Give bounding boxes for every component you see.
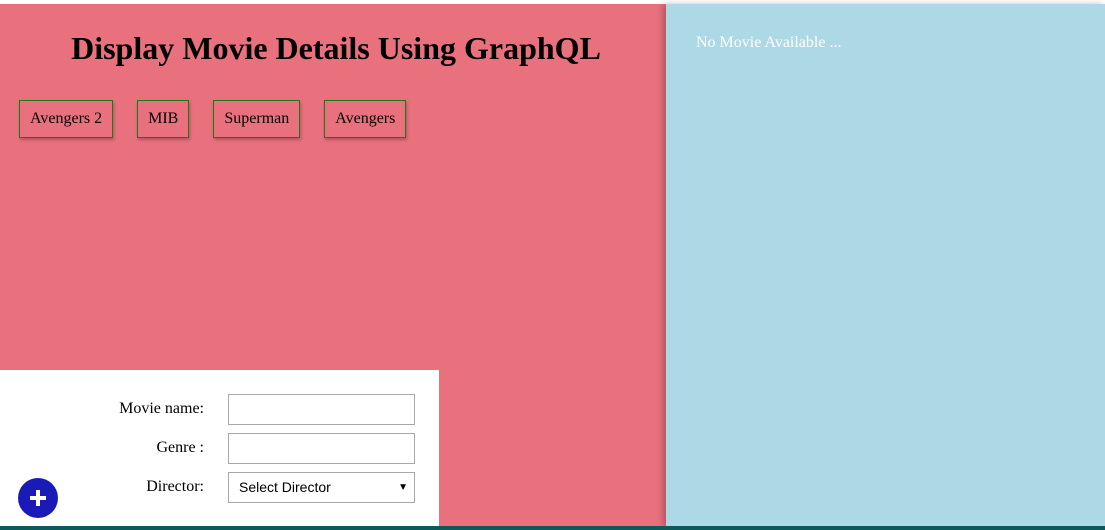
director-label: Director:: [146, 478, 204, 495]
director-select-value: Select Director: [239, 479, 331, 495]
movie-button-superman[interactable]: Superman: [213, 100, 301, 138]
director-select[interactable]: Select Director ▼: [228, 472, 415, 503]
add-movie-form: Movie name: Genre : Director: Select Dir…: [0, 370, 439, 526]
movie-button-avengers-2[interactable]: Avengers 2: [19, 100, 114, 138]
movie-name-input[interactable]: [228, 394, 415, 425]
movie-name-row: Movie name:: [0, 394, 439, 426]
bottom-bar: [0, 526, 1105, 530]
movie-name-label: Movie name:: [119, 400, 204, 417]
genre-input[interactable]: [228, 433, 415, 464]
page-title: Display Movie Details Using GraphQL: [71, 30, 601, 66]
chevron-down-icon: ▼: [398, 482, 408, 493]
no-movie-message: No Movie Available ...: [696, 34, 842, 51]
movie-button-mib[interactable]: MIB: [137, 100, 190, 138]
movie-details-panel: No Movie Available ...: [666, 4, 1105, 526]
movie-list: Avengers 2 MIB Superman Avengers: [19, 100, 407, 138]
plus-icon: [30, 490, 46, 506]
genre-row: Genre :: [0, 433, 439, 465]
director-row: Director: Select Director ▼: [0, 472, 439, 504]
app-root: Display Movie Details Using GraphQL Aven…: [0, 0, 1105, 530]
add-movie-button[interactable]: [18, 478, 58, 518]
movie-button-avengers[interactable]: Avengers: [324, 100, 407, 138]
genre-label: Genre :: [156, 439, 204, 456]
